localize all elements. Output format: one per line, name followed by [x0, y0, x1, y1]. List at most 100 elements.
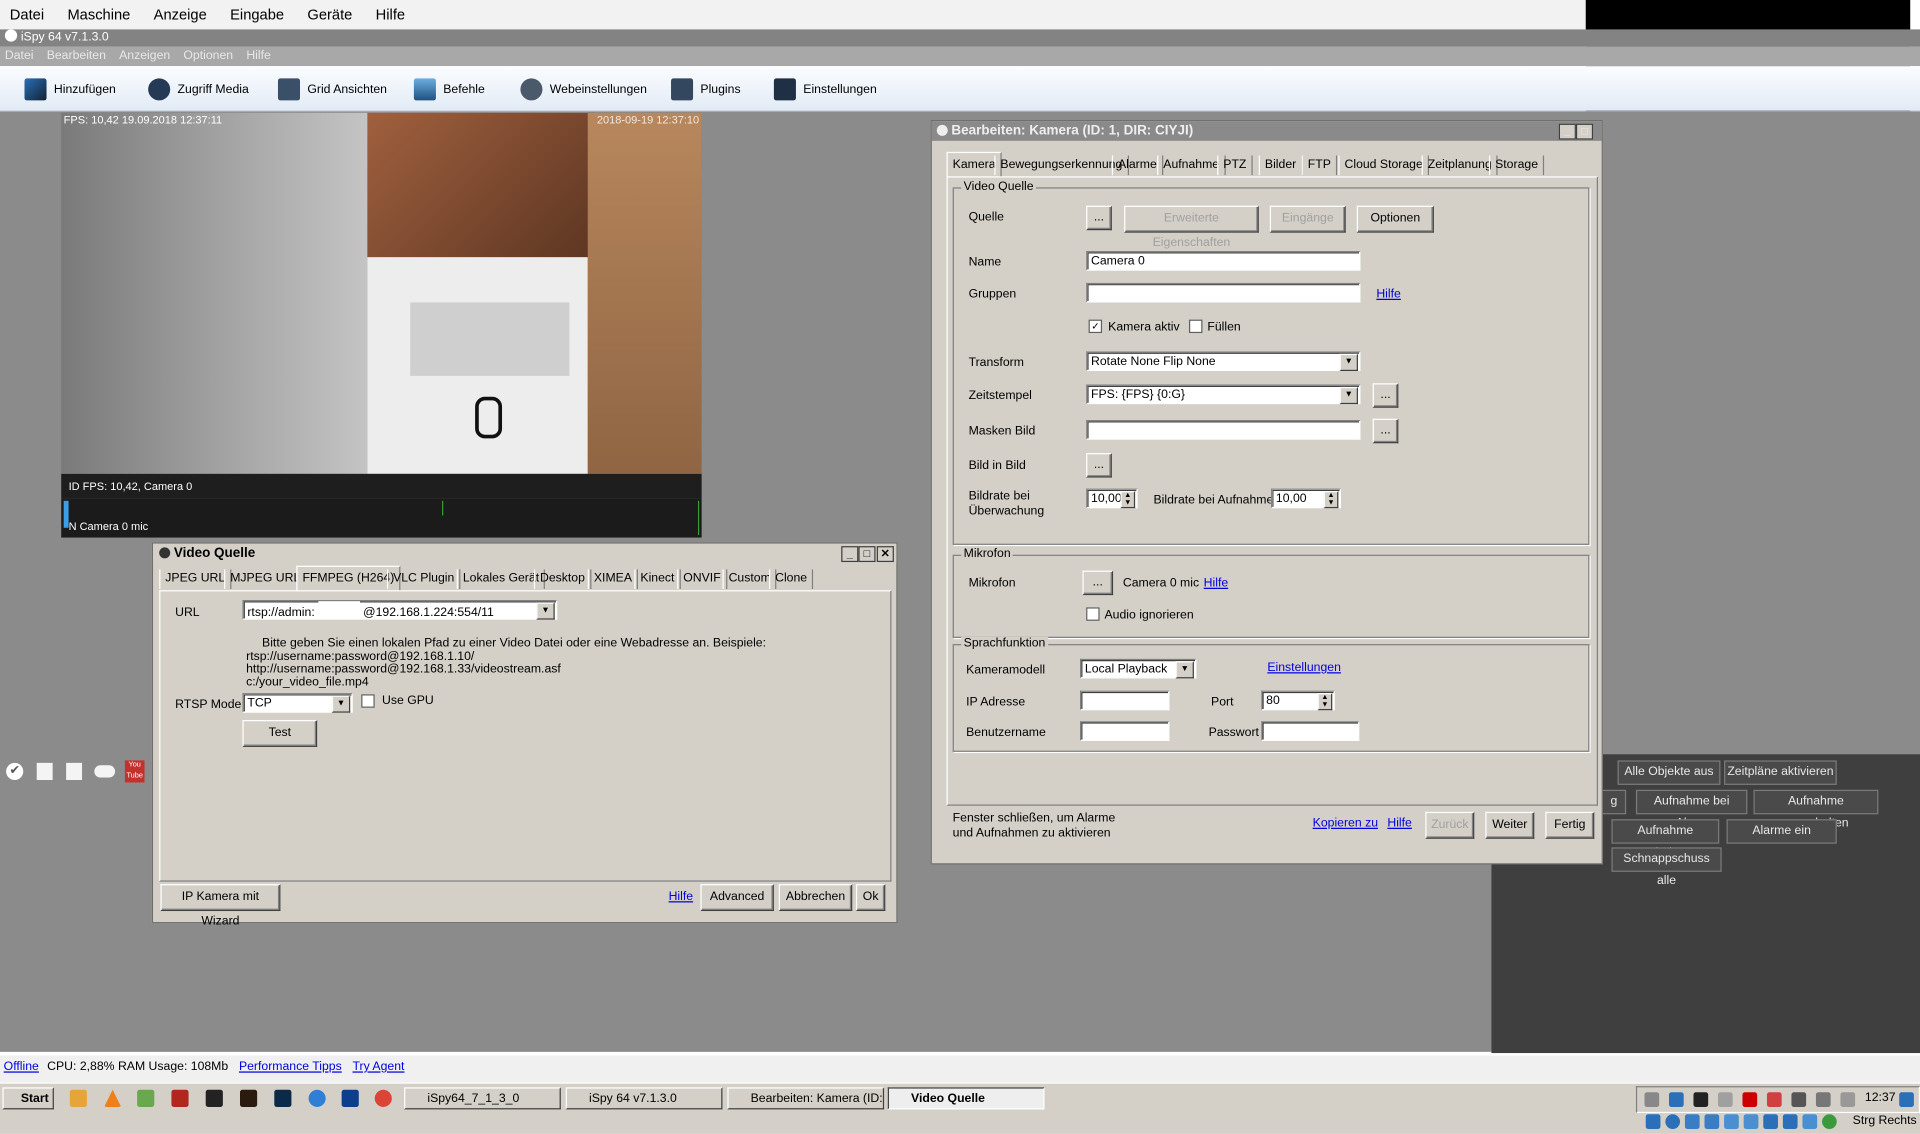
tab-bilder[interactable]: Bilder — [1258, 155, 1303, 176]
use-gpu-checkbox[interactable] — [361, 694, 375, 708]
ip-kamera-wizard-button[interactable]: IP Kamera mit Wizard — [160, 884, 281, 928]
terminal-icon[interactable] — [205, 1089, 223, 1107]
einstellungen-link[interactable]: Einstellungen — [1267, 661, 1341, 676]
tab-cloud-storage[interactable]: Cloud Storage — [1338, 155, 1429, 176]
schnappschuss-alle-button[interactable]: Schnappschuss alle — [1611, 847, 1722, 888]
vm-icon[interactable] — [1724, 1114, 1739, 1129]
alle-objekte-aus-button[interactable]: Alle Objekte aus — [1617, 760, 1721, 785]
kamera-aktiv-checkbox[interactable]: ✓ — [1088, 319, 1103, 334]
name-input[interactable]: Camera 0 — [1086, 251, 1361, 271]
vm-icon[interactable] — [1743, 1114, 1759, 1129]
menu-eingabe[interactable]: Eingabe — [220, 0, 294, 29]
toolbar-webeinstellungen[interactable]: Webeinstellungen — [520, 76, 647, 103]
tray-icon[interactable] — [1766, 1092, 1782, 1107]
toolbar-plugins[interactable]: Plugins — [671, 76, 741, 103]
task-ispy[interactable]: iSpy 64 v7.1.3.0 — [565, 1087, 723, 1110]
vlc-icon[interactable] — [104, 1089, 122, 1107]
toolbar-hinzufuegen[interactable]: Hinzufügen — [24, 76, 116, 103]
cloud-upload-icon[interactable] — [94, 765, 116, 778]
zurueck-button[interactable]: Zurück — [1425, 811, 1475, 839]
tab-ftp[interactable]: FTP — [1301, 155, 1338, 176]
menu-geraete[interactable]: Geräte — [298, 0, 363, 29]
spinner-icon[interactable]: ▲ ▼ — [1120, 491, 1136, 509]
vm-icon[interactable] — [1665, 1114, 1681, 1129]
media-player-icon[interactable] — [69, 1089, 87, 1107]
chevron-down-icon[interactable]: ▼ — [1339, 353, 1358, 372]
submenu-anzeigen[interactable]: Anzeigen — [114, 49, 175, 62]
volume-icon[interactable] — [1840, 1092, 1856, 1107]
toolbar-zugriff-media[interactable]: Zugriff Media — [148, 76, 249, 103]
tray-icon[interactable] — [1899, 1092, 1914, 1107]
tray-icon[interactable] — [1815, 1092, 1831, 1107]
tab-kinect[interactable]: Kinect — [634, 569, 681, 589]
toolbar-grid-ansichten[interactable]: Grid Ansichten — [277, 76, 387, 103]
tab-ffmpeg[interactable]: FFMPEG (H264) — [296, 565, 401, 592]
benutzername-input[interactable] — [1080, 721, 1170, 741]
minimize-icon[interactable]: _ — [1558, 123, 1576, 140]
kopieren-zu-link[interactable]: Kopieren zu — [1313, 817, 1378, 832]
zeitstempel-browse-button[interactable]: ... — [1372, 383, 1399, 408]
task-bearbeiten[interactable]: Bearbeiten: Kamera (ID: ... — [727, 1087, 885, 1110]
save-icon[interactable] — [66, 762, 83, 781]
bildrate-ueberwachung-stepper[interactable]: 10,00 ▲ ▼ — [1086, 488, 1138, 509]
zeitplaene-aktivieren-button[interactable]: Zeitpläne aktivieren — [1724, 760, 1837, 785]
gruppen-input[interactable] — [1086, 282, 1361, 303]
submenu-hilfe[interactable]: Hilfe — [241, 49, 275, 62]
chevron-down-icon[interactable]: ▼ — [1339, 386, 1358, 405]
close-icon[interactable]: ✕ — [876, 546, 894, 563]
menu-maschine[interactable]: Maschine — [58, 0, 140, 29]
chevron-down-icon[interactable]: ▼ — [331, 695, 351, 713]
vm-icon[interactable] — [1802, 1114, 1818, 1129]
maximize-icon[interactable]: □ — [858, 546, 876, 563]
check-icon[interactable]: ✔ — [6, 762, 24, 781]
chevron-down-icon[interactable]: ▼ — [1175, 661, 1194, 679]
tab-storage[interactable]: Storage — [1488, 155, 1545, 176]
transform-select[interactable]: Rotate None Flip None ▼ — [1086, 351, 1361, 372]
port-stepper[interactable]: 80 ▲ ▼ — [1261, 690, 1335, 711]
tab-zeitplanung[interactable]: Zeitplanung — [1421, 155, 1498, 176]
rtsp-mode-select[interactable]: TCP ▼ — [242, 693, 353, 713]
vm-icon[interactable] — [1645, 1114, 1661, 1129]
chevron-down-icon[interactable]: ▼ — [536, 602, 555, 620]
toolbar-befehle[interactable]: Befehle — [413, 76, 485, 103]
masken-bild-browse-button[interactable]: ... — [1372, 418, 1399, 444]
toolbar-einstellungen[interactable]: Einstellungen — [773, 76, 877, 103]
weiter-button[interactable]: Weiter — [1485, 811, 1535, 839]
kameramodell-select[interactable]: Local Playback ▼ — [1080, 658, 1197, 679]
spinner-icon[interactable]: ▲ ▼ — [1323, 491, 1339, 509]
tray-icon[interactable] — [1742, 1092, 1758, 1107]
zeitstempel-select[interactable]: FPS: {FPS} {0:G} ▼ — [1086, 384, 1361, 405]
url-input[interactable]: rtsp://admin: @192.168.1.224:554/11 ▼ — [242, 600, 558, 620]
advanced-button[interactable]: Advanced — [700, 884, 774, 912]
gruppen-hilfe-link[interactable]: Hilfe — [1376, 288, 1401, 303]
test-button[interactable]: Test — [242, 720, 318, 747]
help-link[interactable]: Hilfe — [669, 890, 694, 905]
bridge-icon[interactable] — [240, 1089, 258, 1107]
aufnahme-bei-alarm-button[interactable]: Aufnahme bei Alarm — [1635, 789, 1748, 830]
tray-icon[interactable] — [1644, 1092, 1660, 1107]
maximize-icon[interactable]: □ — [1575, 123, 1594, 140]
tray-icon[interactable] — [1668, 1092, 1684, 1107]
tab-mjpeg-url[interactable]: MJPEG URL — [224, 569, 307, 589]
try-agent-link[interactable]: Try Agent — [352, 1060, 404, 1073]
trash-icon[interactable] — [36, 762, 53, 781]
photoshop-icon[interactable] — [274, 1089, 292, 1107]
tab-aufnahme[interactable]: Aufnahme — [1157, 155, 1226, 176]
vm-icon[interactable] — [1822, 1114, 1837, 1129]
offline-link[interactable]: Offline — [4, 1060, 39, 1073]
fuellen-checkbox[interactable] — [1188, 319, 1203, 334]
tab-lokales-geraet[interactable]: Lokales Gerät — [456, 569, 546, 589]
quelle-browse-button[interactable]: ... — [1086, 205, 1112, 231]
performance-tipps-link[interactable]: Performance Tipps — [239, 1060, 342, 1073]
bildrate-aufnahme-stepper[interactable]: 10,00 ▲ ▼ — [1271, 488, 1341, 509]
vm-icon[interactable] — [1782, 1114, 1798, 1129]
camera-view[interactable]: FPS: 10,42 19.09.2018 12:37:11 2018-09-1… — [61, 112, 702, 474]
menu-hilfe[interactable]: Hilfe — [366, 0, 415, 29]
partial-button[interactable]: g — [1601, 789, 1627, 815]
menu-datei[interactable]: Datei — [0, 0, 54, 29]
start-button[interactable]: Start — [2, 1087, 54, 1110]
tray-icon[interactable] — [1693, 1092, 1709, 1107]
ip-adresse-input[interactable] — [1080, 690, 1170, 711]
tray-icon[interactable] — [1717, 1092, 1733, 1107]
alarme-ein-button[interactable]: Alarme ein — [1726, 819, 1837, 844]
